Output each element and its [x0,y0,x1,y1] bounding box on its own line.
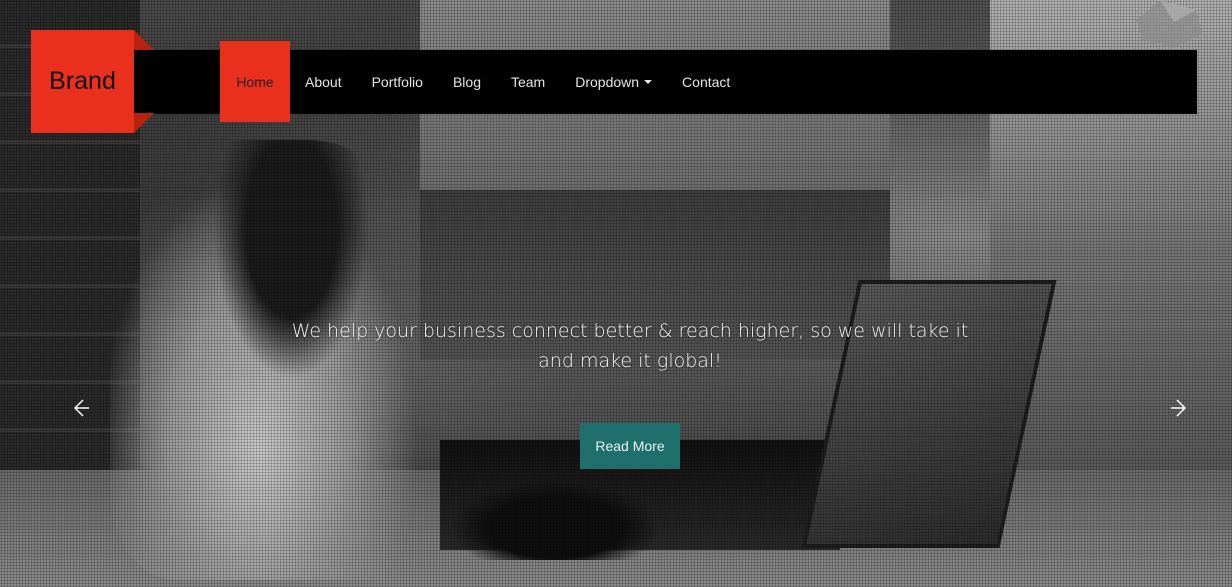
background-cat-figure [450,480,660,560]
carousel-next-button[interactable] [1168,396,1192,420]
nav-item-dropdown[interactable]: Dropdown [560,41,667,122]
nav-item-label: Dropdown [575,73,640,90]
nav-item-label: Portfolio [371,73,423,90]
caret-down-icon [644,79,653,84]
brand-logo[interactable]: Brand [31,30,134,133]
hero-caption: We help your business connect better & r… [291,320,969,372]
nav-item-portfolio[interactable]: Portfolio [357,41,438,122]
brand-fold-bottom [134,113,154,133]
read-more-button[interactable]: Read More [580,423,680,469]
nav-item-contact[interactable]: Contact [667,41,745,122]
carousel-prev-button[interactable] [68,396,92,420]
nav-item-home[interactable]: Home [220,41,290,122]
nav-item-label: Team [510,73,546,90]
nav-item-label: About [305,73,342,90]
corner-logo-icon [1136,0,1202,48]
chevron-left-icon [73,399,89,417]
nav-item-label: Home [236,73,274,90]
chevron-right-icon [1171,399,1187,417]
nav-menu: Home About Portfolio Blog Team Dropdown … [220,41,745,122]
nav-item-label: Blog [452,73,481,90]
nav-item-team[interactable]: Team [496,41,560,122]
brand-fold-top [134,30,154,50]
nav-item-label: Contact [682,73,731,90]
hero-carousel: Brand Home About Portfolio Blog Team Dro… [0,0,1232,587]
nav-item-about[interactable]: About [290,41,357,122]
nav-item-blog[interactable]: Blog [438,41,496,122]
